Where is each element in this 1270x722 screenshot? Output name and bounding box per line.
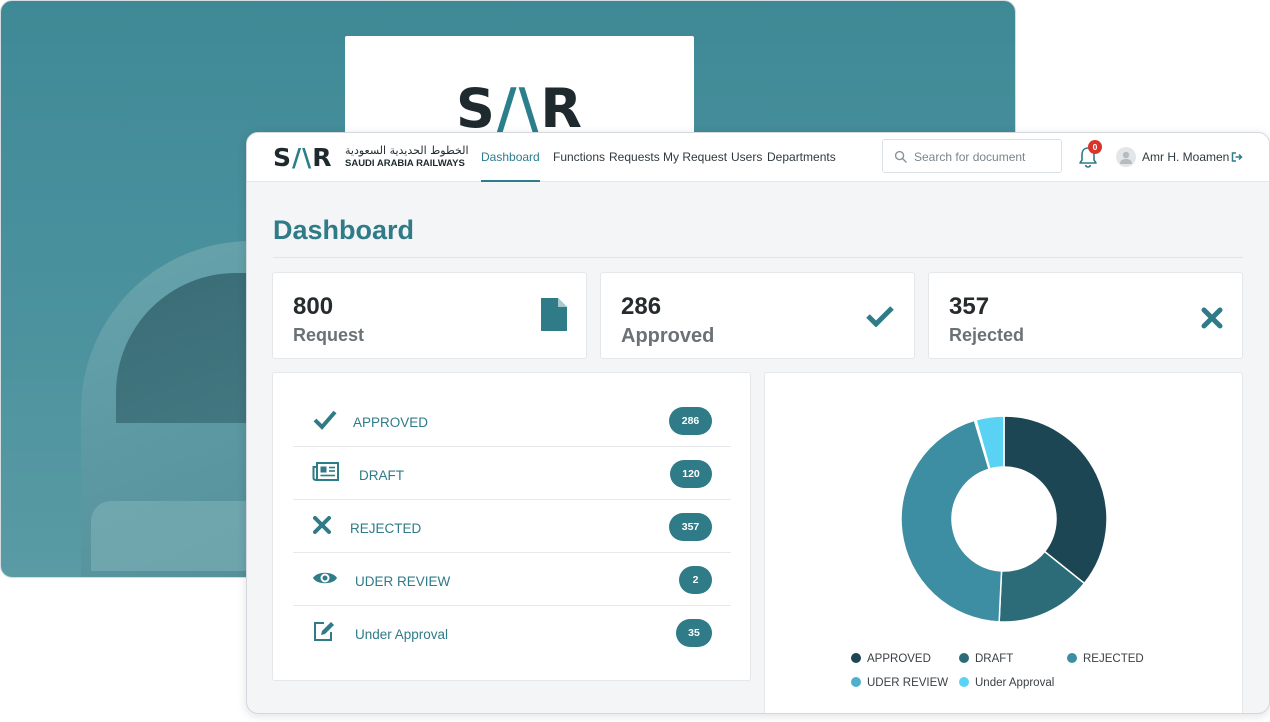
legend-dot bbox=[851, 677, 861, 687]
status-list-card: APPROVED 286 DRAFT 120 REJECTED 357 UDER… bbox=[272, 372, 751, 681]
newspaper-icon bbox=[312, 462, 339, 481]
stat-label: Request bbox=[293, 325, 365, 345]
count-badge: 120 bbox=[670, 460, 712, 488]
search-icon bbox=[894, 150, 907, 163]
nav-functions[interactable]: Functions bbox=[553, 133, 605, 182]
brand-mark: S/\R bbox=[273, 143, 333, 172]
nav-requests[interactable]: Requests bbox=[609, 133, 660, 182]
stat-label: Approved bbox=[621, 325, 715, 347]
stat-card-request[interactable]: 800 Request bbox=[272, 272, 587, 359]
brand-arabic-name: الخطوط الحديدية السعودية bbox=[345, 144, 469, 157]
count-badge: 286 bbox=[669, 407, 712, 435]
legend-label: Under Approval bbox=[975, 677, 1055, 689]
document-icon bbox=[541, 298, 567, 331]
legend-dot bbox=[851, 653, 861, 663]
x-icon bbox=[313, 516, 331, 534]
check-icon bbox=[866, 306, 894, 327]
stat-value: 357 bbox=[949, 293, 990, 320]
nav-users[interactable]: Users bbox=[731, 133, 762, 182]
count-badge: 357 bbox=[669, 513, 712, 541]
legend-item[interactable]: Under Approval bbox=[959, 675, 1054, 691]
chart-card: APPROVED DRAFT REJECTED UDER REVIEW Under Ap… bbox=[764, 372, 1243, 713]
stat-card-approved[interactable]: 286 Approved bbox=[600, 272, 915, 359]
nav-dashboard[interactable]: Dashboard bbox=[481, 133, 540, 182]
count-badge: 2 bbox=[679, 566, 712, 594]
legend-label: APPROVED bbox=[867, 653, 931, 665]
count-badge: 35 bbox=[676, 619, 712, 647]
stat-card-rejected[interactable]: 357 Rejected bbox=[928, 272, 1243, 359]
legend-dot bbox=[959, 653, 969, 663]
stat-label: Rejected bbox=[949, 325, 1025, 345]
list-item-draft[interactable]: DRAFT 120 bbox=[293, 447, 731, 500]
nav-my-request[interactable]: My Request bbox=[663, 133, 727, 182]
check-icon bbox=[313, 410, 337, 430]
list-item-rejected[interactable]: REJECTED 357 bbox=[293, 500, 731, 553]
list-item-under-approval[interactable]: Under Approval 35 bbox=[293, 606, 731, 659]
train-stripe bbox=[91, 501, 271, 571]
stat-value: 286 bbox=[621, 293, 662, 320]
legend-item[interactable]: REJECTED bbox=[1067, 651, 1144, 667]
search-input[interactable] bbox=[914, 147, 1054, 167]
notification-badge[interactable]: 0 bbox=[1088, 140, 1102, 154]
brand-english-name: SAUDI ARABIA RAILWAYS bbox=[345, 158, 465, 169]
x-icon bbox=[1201, 307, 1223, 329]
page-title: Dashboard bbox=[273, 215, 415, 245]
legend-label: REJECTED bbox=[1083, 653, 1144, 665]
stat-value: 800 bbox=[293, 293, 334, 320]
legend-label: DRAFT bbox=[975, 653, 1014, 665]
top-navbar: S/\R الخطوط الحديدية السعودية SAUDI ARAB… bbox=[247, 133, 1269, 182]
donut-slice-approved[interactable] bbox=[1003, 415, 1108, 585]
user-icon bbox=[1120, 151, 1132, 164]
list-item-label: APPROVED bbox=[353, 415, 429, 430]
list-item-label: UDER REVIEW bbox=[355, 574, 451, 589]
list-item-under-review[interactable]: UDER REVIEW 2 bbox=[293, 553, 731, 606]
avatar[interactable] bbox=[1116, 147, 1136, 167]
legend-dot bbox=[959, 677, 969, 687]
logout-icon[interactable] bbox=[1231, 151, 1243, 163]
dashboard-window: S/\R الخطوط الحديدية السعودية SAUDI ARAB… bbox=[246, 132, 1270, 714]
nav-departments[interactable]: Departments bbox=[767, 133, 836, 182]
login-logo: S/\R bbox=[456, 77, 584, 140]
list-item-label: Under Approval bbox=[355, 627, 449, 642]
search-box[interactable] bbox=[882, 139, 1062, 173]
edit-icon bbox=[314, 622, 334, 641]
legend-item[interactable]: DRAFT bbox=[959, 651, 1013, 667]
legend-item[interactable]: APPROVED bbox=[851, 651, 931, 667]
title-divider bbox=[273, 257, 1243, 258]
legend-dot bbox=[1067, 653, 1077, 663]
list-item-approved[interactable]: APPROVED 286 bbox=[293, 394, 731, 447]
legend-item[interactable]: UDER REVIEW bbox=[851, 675, 948, 691]
user-name[interactable]: Amr H. Moamen bbox=[1142, 133, 1229, 181]
eye-icon bbox=[313, 572, 337, 584]
list-item-label: DRAFT bbox=[359, 468, 404, 483]
list-item-label: REJECTED bbox=[350, 521, 422, 536]
legend-label: UDER REVIEW bbox=[867, 677, 949, 689]
